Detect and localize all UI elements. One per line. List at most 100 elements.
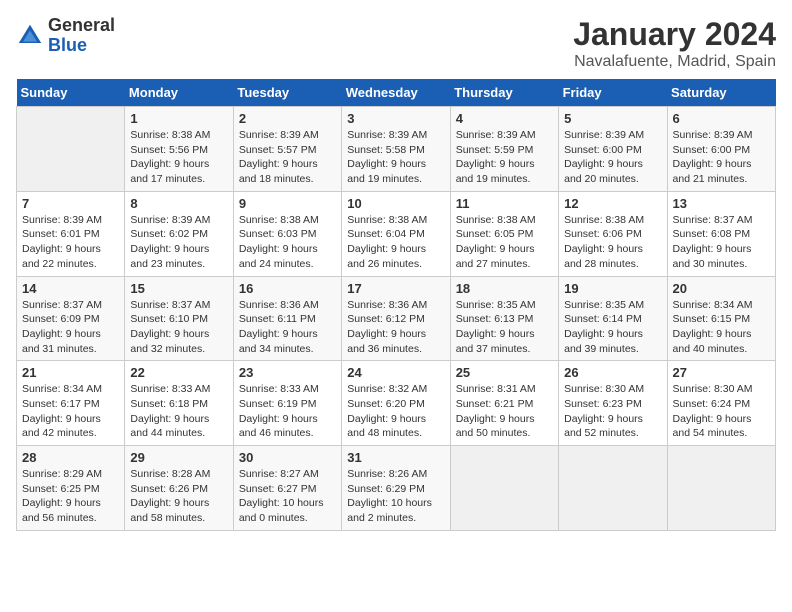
day-info: Sunrise: 8:39 AM Sunset: 6:01 PM Dayligh… (22, 213, 119, 272)
calendar-cell: 30 Sunrise: 8:27 AM Sunset: 6:27 PM Dayli… (233, 446, 341, 531)
day-number: 4 (456, 111, 553, 126)
calendar-cell: 4 Sunrise: 8:39 AM Sunset: 5:59 PM Daylig… (450, 107, 558, 192)
calendar-cell: 7 Sunrise: 8:39 AM Sunset: 6:01 PM Daylig… (17, 191, 125, 276)
day-info: Sunrise: 8:34 AM Sunset: 6:15 PM Dayligh… (673, 298, 770, 357)
calendar-cell: 20 Sunrise: 8:34 AM Sunset: 6:15 PM Dayli… (667, 276, 775, 361)
day-number: 18 (456, 281, 553, 296)
day-number: 29 (130, 450, 227, 465)
calendar-cell: 11 Sunrise: 8:38 AM Sunset: 6:05 PM Dayli… (450, 191, 558, 276)
day-number: 24 (347, 365, 444, 380)
day-info: Sunrise: 8:38 AM Sunset: 6:06 PM Dayligh… (564, 213, 661, 272)
day-number: 28 (22, 450, 119, 465)
calendar-week-row: 7 Sunrise: 8:39 AM Sunset: 6:01 PM Daylig… (17, 191, 776, 276)
calendar-cell (450, 446, 558, 531)
day-info: Sunrise: 8:37 AM Sunset: 6:08 PM Dayligh… (673, 213, 770, 272)
logo-general: General (48, 16, 115, 36)
day-info: Sunrise: 8:38 AM Sunset: 5:56 PM Dayligh… (130, 128, 227, 187)
day-number: 11 (456, 196, 553, 211)
day-info: Sunrise: 8:37 AM Sunset: 6:09 PM Dayligh… (22, 298, 119, 357)
calendar-cell: 6Sunrise: 8:39 AM Sunset: 6:00 PM Daylig… (667, 107, 775, 192)
calendar-week-row: 28 Sunrise: 8:29 AM Sunset: 6:25 PM Dayli… (17, 446, 776, 531)
calendar-cell: 31 Sunrise: 8:26 AM Sunset: 6:29 PM Dayli… (342, 446, 450, 531)
calendar-cell: 14 Sunrise: 8:37 AM Sunset: 6:09 PM Dayli… (17, 276, 125, 361)
calendar-cell: 9 Sunrise: 8:38 AM Sunset: 6:03 PM Daylig… (233, 191, 341, 276)
location-subtitle: Navalafuente, Madrid, Spain (573, 53, 776, 71)
day-number: 9 (239, 196, 336, 211)
calendar-table: SundayMondayTuesdayWednesdayThursdayFrid… (16, 79, 776, 531)
day-number: 3 (347, 111, 444, 126)
calendar-cell: 24 Sunrise: 8:32 AM Sunset: 6:20 PM Dayli… (342, 361, 450, 446)
day-number: 2 (239, 111, 336, 126)
day-info: Sunrise: 8:39 AM Sunset: 5:59 PM Dayligh… (456, 128, 553, 187)
calendar-cell (559, 446, 667, 531)
day-info: Sunrise: 8:28 AM Sunset: 6:26 PM Dayligh… (130, 467, 227, 526)
weekday-header-row: SundayMondayTuesdayWednesdayThursdayFrid… (17, 79, 776, 107)
calendar-cell: 29 Sunrise: 8:28 AM Sunset: 6:26 PM Dayli… (125, 446, 233, 531)
day-info: Sunrise: 8:35 AM Sunset: 6:14 PM Dayligh… (564, 298, 661, 357)
day-number: 27 (673, 365, 770, 380)
calendar-cell: 18 Sunrise: 8:35 AM Sunset: 6:13 PM Dayli… (450, 276, 558, 361)
month-title: January 2024 (573, 16, 776, 53)
day-info: Sunrise: 8:35 AM Sunset: 6:13 PM Dayligh… (456, 298, 553, 357)
calendar-cell: 28 Sunrise: 8:29 AM Sunset: 6:25 PM Dayli… (17, 446, 125, 531)
day-number: 17 (347, 281, 444, 296)
day-info: Sunrise: 8:27 AM Sunset: 6:27 PM Dayligh… (239, 467, 336, 526)
day-info: Sunrise: 8:39 AM Sunset: 6:02 PM Dayligh… (130, 213, 227, 272)
day-number: 23 (239, 365, 336, 380)
day-number: 5 (564, 111, 661, 126)
day-info: Sunrise: 8:34 AM Sunset: 6:17 PM Dayligh… (22, 382, 119, 441)
day-info: Sunrise: 8:30 AM Sunset: 6:24 PM Dayligh… (673, 382, 770, 441)
day-info: Sunrise: 8:30 AM Sunset: 6:23 PM Dayligh… (564, 382, 661, 441)
day-number: 21 (22, 365, 119, 380)
logo-text: General Blue (48, 16, 115, 56)
day-number: 19 (564, 281, 661, 296)
day-info: Sunrise: 8:36 AM Sunset: 6:11 PM Dayligh… (239, 298, 336, 357)
day-info: Sunrise: 8:26 AM Sunset: 6:29 PM Dayligh… (347, 467, 444, 526)
day-number: 31 (347, 450, 444, 465)
calendar-cell: 8 Sunrise: 8:39 AM Sunset: 6:02 PM Daylig… (125, 191, 233, 276)
day-number: 25 (456, 365, 553, 380)
weekday-header: Thursday (450, 79, 558, 107)
calendar-cell (17, 107, 125, 192)
calendar-cell: 22Sunrise: 8:33 AM Sunset: 6:18 PM Dayli… (125, 361, 233, 446)
page-header: General Blue January 2024 Navalafuente, … (16, 16, 776, 71)
weekday-header: Monday (125, 79, 233, 107)
calendar-cell: 15Sunrise: 8:37 AM Sunset: 6:10 PM Dayli… (125, 276, 233, 361)
day-info: Sunrise: 8:33 AM Sunset: 6:19 PM Dayligh… (239, 382, 336, 441)
day-info: Sunrise: 8:32 AM Sunset: 6:20 PM Dayligh… (347, 382, 444, 441)
logo: General Blue (16, 16, 115, 56)
day-number: 10 (347, 196, 444, 211)
day-info: Sunrise: 8:29 AM Sunset: 6:25 PM Dayligh… (22, 467, 119, 526)
calendar-cell: 1Sunrise: 8:38 AM Sunset: 5:56 PM Daylig… (125, 107, 233, 192)
weekday-header: Saturday (667, 79, 775, 107)
weekday-header: Wednesday (342, 79, 450, 107)
calendar-cell: 10 Sunrise: 8:38 AM Sunset: 6:04 PM Dayli… (342, 191, 450, 276)
calendar-cell: 17Sunrise: 8:36 AM Sunset: 6:12 PM Dayli… (342, 276, 450, 361)
day-info: Sunrise: 8:38 AM Sunset: 6:04 PM Dayligh… (347, 213, 444, 272)
day-info: Sunrise: 8:39 AM Sunset: 6:00 PM Dayligh… (673, 128, 770, 187)
calendar-cell: 21 Sunrise: 8:34 AM Sunset: 6:17 PM Dayli… (17, 361, 125, 446)
day-number: 16 (239, 281, 336, 296)
day-info: Sunrise: 8:38 AM Sunset: 6:05 PM Dayligh… (456, 213, 553, 272)
calendar-week-row: 14 Sunrise: 8:37 AM Sunset: 6:09 PM Dayli… (17, 276, 776, 361)
day-number: 26 (564, 365, 661, 380)
logo-blue: Blue (48, 36, 115, 56)
day-number: 7 (22, 196, 119, 211)
day-number: 8 (130, 196, 227, 211)
day-number: 30 (239, 450, 336, 465)
day-info: Sunrise: 8:39 AM Sunset: 5:58 PM Dayligh… (347, 128, 444, 187)
calendar-cell: 2 Sunrise: 8:39 AM Sunset: 5:57 PM Daylig… (233, 107, 341, 192)
day-number: 14 (22, 281, 119, 296)
calendar-cell: 5Sunrise: 8:39 AM Sunset: 6:00 PM Daylig… (559, 107, 667, 192)
day-info: Sunrise: 8:39 AM Sunset: 5:57 PM Dayligh… (239, 128, 336, 187)
day-number: 20 (673, 281, 770, 296)
day-info: Sunrise: 8:37 AM Sunset: 6:10 PM Dayligh… (130, 298, 227, 357)
day-number: 13 (673, 196, 770, 211)
logo-icon (16, 22, 44, 50)
day-info: Sunrise: 8:38 AM Sunset: 6:03 PM Dayligh… (239, 213, 336, 272)
calendar-cell: 19 Sunrise: 8:35 AM Sunset: 6:14 PM Dayli… (559, 276, 667, 361)
calendar-cell: 25Sunrise: 8:31 AM Sunset: 6:21 PM Dayli… (450, 361, 558, 446)
calendar-cell: 13 Sunrise: 8:37 AM Sunset: 6:08 PM Dayli… (667, 191, 775, 276)
calendar-week-row: 1Sunrise: 8:38 AM Sunset: 5:56 PM Daylig… (17, 107, 776, 192)
day-info: Sunrise: 8:33 AM Sunset: 6:18 PM Dayligh… (130, 382, 227, 441)
